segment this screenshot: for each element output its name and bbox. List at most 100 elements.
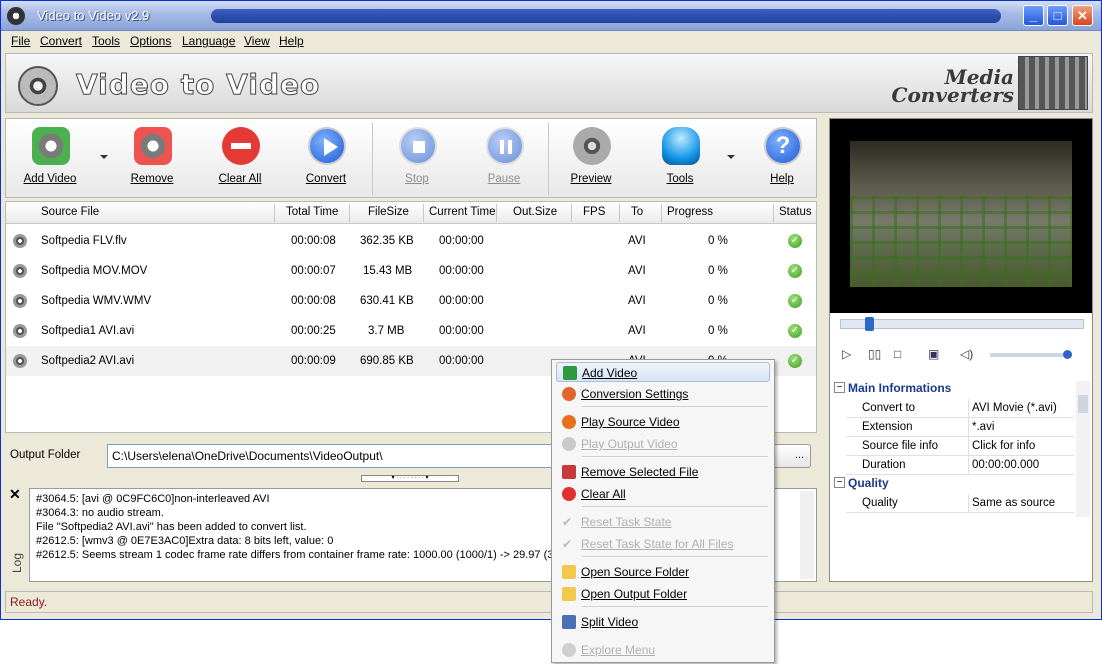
seek-knob[interactable] [865,317,874,331]
menu-language[interactable]: Language [182,34,235,48]
table-row[interactable]: Softpedia FLV.flv 00:00:08 362.35 KB 00:… [6,226,816,256]
col-status[interactable]: Status [779,206,812,218]
close-log-icon[interactable]: ✕ [9,486,21,503]
col-source-file[interactable]: Source File [41,206,99,218]
volume-icon[interactable]: ◁) [960,347,973,361]
remove-button[interactable]: Remove [112,125,192,193]
cell-file: Softpedia2 AVI.avi [41,355,135,367]
help-button[interactable]: ? Help [742,125,822,193]
cell-file: Softpedia FLV.flv [41,235,127,247]
app-reel-icon[interactable] [7,7,25,25]
log-line: #2612.5: Seems stream 1 codec frame rate… [36,549,610,561]
tools-icon [662,127,700,165]
property-value: AVI Movie (*.avi) [972,402,1057,414]
menu-item-remove-selected[interactable]: Remove Selected File [556,462,770,482]
col-to[interactable]: To [631,206,643,218]
section-main-informations[interactable]: − Main Informations [832,381,1072,399]
col-fps[interactable]: FPS [583,206,605,218]
menu-item-reset-all[interactable]: ✔ Reset Task State for All Files [556,534,770,554]
browse-folder-button[interactable]: ... [771,444,811,468]
section-quality[interactable]: − Quality [832,476,1072,494]
cell-current-time: 00:00:00 [439,325,484,337]
remove-icon [134,127,172,165]
menu-separator [582,506,768,507]
menu-separator [582,556,768,557]
snapshot-camera-icon[interactable]: ▣ [928,347,939,361]
menu-item-explore-menu[interactable]: Explore Menu [556,640,770,660]
menu-item-split-video[interactable]: Split Video [556,612,770,632]
collapse-icon[interactable]: − [834,382,845,393]
property-row[interactable]: Quality Same as source [846,494,1074,513]
menu-convert[interactable]: Convert [40,34,82,48]
menu-view[interactable]: View [244,34,270,48]
menu-item-play-source[interactable]: Play Source Video [556,412,770,432]
log-line: #3064.5: [avi @ 0C9FC6C0]non-interleaved… [36,493,270,505]
menu-bar: File Convert Tools Options Language View… [1,31,1101,51]
status-text: Ready. [10,595,48,609]
pause-icon[interactable]: ▯▯ [868,347,881,361]
convert-button[interactable]: Convert [286,125,366,193]
cell-current-time: 00:00:00 [439,235,484,247]
status-ok-icon: ✓ [788,294,802,308]
menu-item-play-output[interactable]: Play Output Video [556,434,770,454]
title-bar[interactable]: Video to Video v2.9 _ □ ✕ [1,1,1101,31]
maximize-button[interactable]: □ [1047,5,1068,26]
menu-item-open-output-folder[interactable]: Open Output Folder [556,584,770,604]
volume-knob[interactable] [1063,350,1072,359]
properties-scrollbar[interactable] [1076,381,1090,517]
col-total-time[interactable]: Total Time [286,206,338,218]
menu-separator [582,606,768,607]
stop-icon[interactable]: □ [894,347,901,361]
minimize-button[interactable]: _ [1023,5,1044,26]
menu-tools[interactable]: Tools [92,34,120,48]
stop-button[interactable]: Stop [377,125,457,193]
property-row[interactable]: Source file info Click for info [846,437,1074,456]
tools-button[interactable]: Tools [640,125,720,193]
preview-button[interactable]: Preview [551,125,631,193]
video-file-icon [13,324,27,338]
property-row[interactable]: Duration 00:00:00.000 [846,456,1074,475]
stop-icon [399,127,437,165]
pause-label: Pause [487,173,521,185]
col-out-size[interactable]: Out.Size [513,206,557,218]
property-row[interactable]: Extension *.avi [846,418,1074,437]
cell-current-time: 00:00:00 [439,265,484,277]
log-splitter-handle[interactable]: ▾ · · · · · · · · ▾ [361,475,459,482]
status-ok-icon: ✓ [788,324,802,338]
menu-item-add-video[interactable]: Add Video [556,362,770,382]
table-row[interactable]: Softpedia1 AVI.avi 00:00:25 3.7 MB 00:00… [6,316,816,346]
table-row[interactable]: Softpedia WMV.WMV 00:00:08 630.41 KB 00:… [6,286,816,316]
menu-file[interactable]: File [11,34,30,48]
clear-all-button[interactable]: Clear All [200,125,280,193]
tools-dropdown-icon[interactable] [727,155,735,159]
log-scrollbar[interactable] [800,491,814,579]
seek-bar[interactable] [840,317,1084,331]
menu-item-conversion-settings[interactable]: Conversion Settings [556,384,770,404]
close-button[interactable]: ✕ [1072,5,1093,26]
menu-options[interactable]: Options [130,34,171,48]
col-progress[interactable]: Progress [667,206,713,218]
table-row[interactable]: Softpedia MOV.MOV 00:00:07 15.43 MB 00:0… [6,256,816,286]
menu-item-open-source-folder[interactable]: Open Source Folder [556,562,770,582]
col-filesize[interactable]: FileSize [368,206,409,218]
video-preview[interactable] [830,119,1092,313]
volume-slider[interactable] [990,350,1072,359]
menu-help[interactable]: Help [279,34,304,48]
properties-grid: − Main Informations Convert to AVI Movie (… [832,381,1090,521]
play-icon[interactable]: ▷ [842,347,851,361]
menu-item-reset-task[interactable]: ✔ Reset Task State [556,512,770,532]
property-row[interactable]: Convert to AVI Movie (*.avi) [846,399,1074,418]
collapse-icon[interactable]: − [834,477,845,488]
pause-button[interactable]: Pause [464,125,544,193]
menu-item-label: Reset Task State for All Files [581,537,734,551]
cell-to: AVI [628,295,646,307]
title-strip [211,9,1001,23]
add-video-button[interactable]: Add Video [10,125,90,193]
video-file-icon [13,264,27,278]
col-current-time[interactable]: Current Time [429,206,495,218]
menu-item-label: Clear All [581,487,626,501]
menu-item-clear-all[interactable]: Clear All [556,484,770,504]
add-video-dropdown-icon[interactable] [100,155,108,159]
menu-separator [582,456,768,457]
cell-filesize: 15.43 MB [363,265,413,277]
